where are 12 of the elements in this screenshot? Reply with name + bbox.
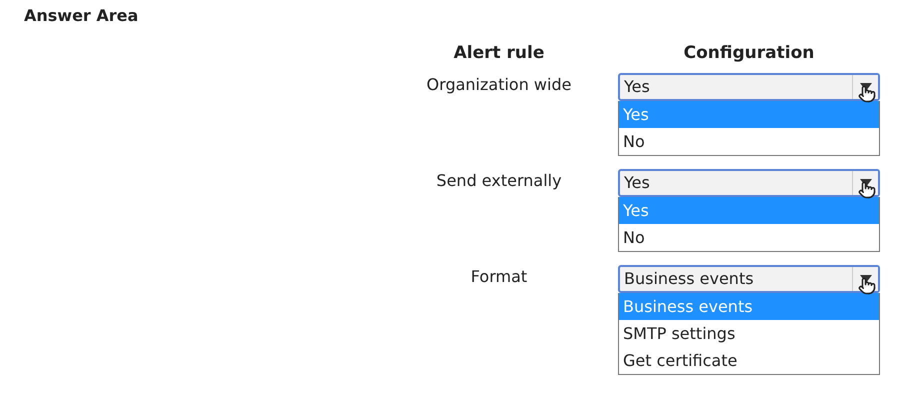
- dropdown-value: Yes: [623, 76, 651, 98]
- column-header: Configuration: [682, 43, 816, 65]
- dropdown-value: Business events: [623, 268, 755, 290]
- rule-label: Format: [470, 266, 528, 286]
- answer-area-title: Answer Area: [24, 6, 140, 25]
- column-header: Alert rule: [452, 43, 546, 65]
- rule-label: Send externally: [435, 170, 563, 190]
- rule-label: Organization wide: [426, 74, 572, 94]
- dropdown-value: Yes: [623, 172, 651, 194]
- dropdown[interactable]: Business events: [618, 265, 880, 293]
- dropdown[interactable]: Yes: [618, 73, 880, 101]
- dropdown[interactable]: Yes: [618, 169, 880, 197]
